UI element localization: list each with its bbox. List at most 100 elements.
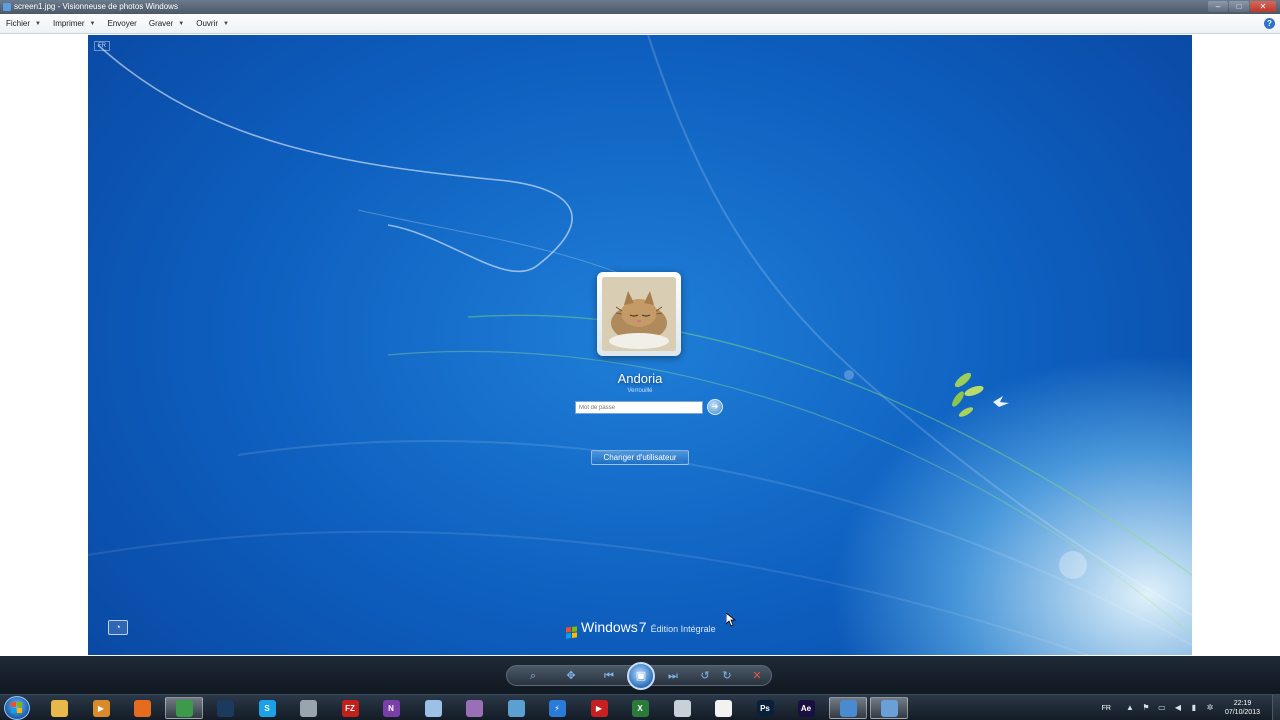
show-hidden-icons-icon[interactable]: ▲ (1125, 703, 1135, 713)
maximize-button[interactable]: □ (1229, 1, 1249, 12)
password-input[interactable] (575, 401, 703, 414)
kitten-picture (602, 277, 676, 351)
menu-label: Imprimer (52, 19, 85, 28)
submit-arrow-button[interactable]: ➜ (707, 399, 723, 415)
taskbar-app-app-pen[interactable] (497, 697, 535, 719)
arrow-icon: ▶ (590, 699, 608, 717)
window-titlebar: screen1.jpg - Visionneuse de photos Wind… (0, 0, 1280, 14)
minimize-button[interactable]: – (1208, 1, 1228, 12)
user-avatar (597, 272, 681, 356)
viewer-controls: ⌕ ✥ ⏮ ▣ ⏭ ↺ ↻ ✕ (506, 662, 772, 690)
taskbar-app-app-arrow[interactable]: ▶ (580, 697, 618, 719)
windows-branding: Windows 7 Édition Intégrale (566, 619, 716, 639)
pen-icon (507, 699, 525, 717)
menu-envoyer[interactable]: Envoyer (107, 19, 136, 28)
slideshow-icon: ▣ (635, 670, 647, 682)
ease-of-access-icon: ◔ (115, 622, 121, 632)
firefox-icon (133, 699, 151, 717)
language-badge[interactable]: FR (94, 41, 110, 51)
menu-bar: Fichier ▼ Imprimer ▼ Envoyer Graver ▼ Ou… (0, 14, 1280, 34)
taskbar-app-app-cube[interactable] (663, 697, 701, 719)
menu-label: Graver (148, 19, 174, 28)
close-window-button[interactable]: ✕ (1250, 1, 1276, 12)
network-icon (880, 699, 898, 717)
photo-viewer-area: FR Andoria Verrouillé ➜ Changer d'utilis… (0, 34, 1280, 656)
previous-icon[interactable]: ⏮ (601, 669, 617, 683)
after-effects-icon: Ae (797, 699, 815, 717)
ease-of-access-button[interactable]: ◔ (108, 620, 128, 635)
taskbar-app-photo-viewer[interactable] (829, 697, 867, 719)
taskbar-app-explorer[interactable] (40, 697, 78, 719)
delete-icon[interactable]: ✕ (749, 669, 765, 683)
taskbar-app-app-robot[interactable] (289, 697, 327, 719)
steam-icon (216, 699, 234, 717)
taskbar-app-after-effects[interactable]: Ae (787, 697, 825, 719)
taskbar-app-photoshop[interactable]: Ps (746, 697, 784, 719)
slideshow-button[interactable]: ▣ (627, 662, 655, 690)
menu-fichier[interactable]: Fichier ▼ (6, 19, 41, 28)
taskbar-app-skype[interactable]: S (248, 697, 286, 719)
brand-name: Windows (581, 619, 638, 635)
chevron-down-icon: ▼ (178, 20, 185, 27)
taskbar-app-excel[interactable]: X (621, 697, 659, 719)
taskbar-app-steam[interactable] (206, 697, 244, 719)
taskbar-app-filezilla[interactable]: FZ (331, 697, 369, 719)
power-icon[interactable]: ▮ (1189, 703, 1199, 713)
window-controls: – □ ✕ (1208, 1, 1276, 12)
taskbar-app-app-bolt[interactable]: ⚡ (538, 697, 576, 719)
actual-size-icon[interactable]: ✥ (563, 669, 579, 683)
brand-edition: Édition Intégrale (650, 624, 716, 634)
start-button[interactable] (4, 696, 30, 720)
taskbar: ▶ S FZ N ⚡ ▶ X Ps Ae FR ▲ ⚑ ▭ ◀ ▮ ✲ 22:19 07/10/… (0, 694, 1280, 720)
bird-icon (993, 396, 1009, 407)
filezilla-icon: FZ (341, 699, 359, 717)
taskbar-app-media-player[interactable]: ▶ (82, 697, 120, 719)
sync-icon[interactable]: ✲ (1205, 703, 1215, 713)
folder-icon (50, 699, 68, 717)
displayed-photo: FR Andoria Verrouillé ➜ Changer d'utilis… (88, 35, 1192, 655)
clock-time: 22:19 (1233, 700, 1252, 707)
windows-logo-icon (11, 702, 22, 713)
document-icon (714, 699, 732, 717)
show-desktop-button[interactable] (1272, 695, 1280, 720)
chrome-icon (175, 699, 193, 717)
lock-status-label: Verrouillé (627, 388, 653, 394)
excel-icon: X (631, 699, 649, 717)
windows-logo-icon (566, 626, 577, 639)
zoom-icon[interactable]: ⌕ (525, 669, 541, 683)
system-tray: FR ▲ ⚑ ▭ ◀ ▮ ✲ 22:19 07/10/2013 (1102, 695, 1280, 720)
switch-user-button[interactable]: Changer d'utilisateur (591, 450, 689, 465)
taskbar-app-onenote[interactable]: N (372, 697, 410, 719)
chevron-down-icon: ▼ (35, 20, 41, 27)
menu-label: Ouvrir (196, 19, 219, 28)
taskbar-app-virtualbox[interactable] (414, 697, 452, 719)
robot-icon (299, 699, 317, 717)
help-icon[interactable]: ? (1264, 18, 1275, 29)
tray-language[interactable]: FR (1102, 705, 1111, 712)
taskbar-app-app-white[interactable] (704, 697, 742, 719)
menu-label: Envoyer (107, 19, 137, 28)
menu-imprimer[interactable]: Imprimer ▼ (53, 19, 96, 28)
flag-icon[interactable]: ⚑ (1141, 703, 1151, 713)
cube-icon (673, 699, 691, 717)
menu-ouvrir[interactable]: Ouvrir ▼ (196, 19, 229, 28)
taskbar-app-app-purple[interactable] (455, 697, 493, 719)
menu-graver[interactable]: Graver ▼ (149, 19, 184, 28)
box-icon (424, 699, 442, 717)
network-icon[interactable]: ▭ (1157, 703, 1167, 713)
chevron-down-icon: ▼ (89, 20, 96, 27)
taskbar-app-app-network[interactable] (870, 697, 908, 719)
volume-icon[interactable]: ◀ (1173, 703, 1183, 713)
taskbar-app-firefox[interactable] (123, 697, 161, 719)
taskbar-app-chrome[interactable] (165, 697, 203, 719)
viewer-toolbar: ⌕ ✥ ⏮ ▣ ⏭ ↺ ↻ ✕ (0, 656, 1280, 694)
next-icon[interactable]: ⏭ (665, 669, 681, 683)
clock-date: 07/10/2013 (1224, 709, 1260, 716)
tray-clock[interactable]: 22:19 07/10/2013 (1225, 699, 1260, 717)
rotate-left-icon[interactable]: ↺ (697, 669, 713, 683)
arrow-right-icon: ➜ (711, 402, 719, 411)
photoshop-icon: Ps (756, 699, 774, 717)
rotate-right-icon[interactable]: ↻ (719, 669, 735, 683)
media-player-icon: ▶ (92, 699, 110, 717)
brand-version: 7 (638, 619, 647, 635)
